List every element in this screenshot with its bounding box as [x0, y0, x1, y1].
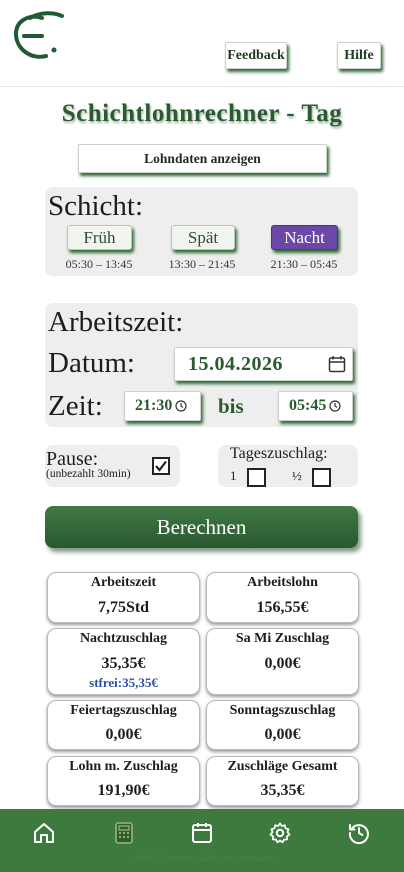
card-value: 191,90€ [97, 782, 150, 799]
shift-frueh-button[interactable]: Früh [67, 225, 132, 250]
result-card-sa-mi-zuschlag: Sa Mi Zuschlag 0,00€ [206, 628, 359, 695]
clock-icon[interactable] [175, 400, 187, 412]
start-time-value: 21:30 [135, 397, 173, 414]
schicht-title: Schicht: [48, 190, 144, 222]
result-card-zuschlaege-gesamt: Zuschläge Gesamt 35,35€ [206, 756, 359, 806]
lohndaten-anzeigen-button[interactable]: Lohndaten anzeigen [78, 144, 327, 173]
shift-nacht-time: 21:30 – 05:45 [270, 257, 338, 271]
result-card-feiertagszuschlag: Feiertagszuschlag 0,00€ [47, 700, 200, 750]
card-value: 35,35€ [101, 655, 146, 672]
result-card-arbeitslohn: Arbeitslohn 156,55€ [206, 572, 359, 623]
card-title: Feiertagszuschlag [70, 703, 177, 718]
card-title: Nachtzuschlag [79, 631, 168, 646]
card-title: Arbeitszeit [90, 575, 157, 590]
card-value: 7,75Std [97, 599, 150, 616]
result-card-nachtzuschlag: Nachtzuschlag 35,35€ stfrei:35,35€ [47, 628, 200, 695]
start-time-input[interactable]: 21:30 [124, 391, 201, 421]
card-value: 0,00€ [264, 655, 301, 672]
card-title: Arbeitslohn [247, 575, 318, 590]
result-card-lohn-mit-zuschlag: Lohn m. Zuschlag 191,90€ [47, 756, 200, 806]
end-time-value: 05:45 [289, 397, 327, 414]
pause-checkbox[interactable] [152, 457, 170, 475]
zeit-label: Zeit: [48, 390, 103, 422]
pause-sublabel: (unbezahlt 30min) [46, 468, 131, 480]
home-icon[interactable] [32, 821, 56, 845]
logo [13, 11, 64, 59]
calendar-icon[interactable] [328, 355, 346, 373]
feedback-button[interactable]: Feedback [225, 42, 287, 69]
datum-label: Datum: [48, 347, 135, 379]
card-value: 0,00€ [105, 726, 142, 743]
shift-frueh-time: 05:30 – 13:45 [65, 257, 133, 271]
shift-nacht-button[interactable]: Nacht [271, 225, 338, 250]
result-card-sonntagszuschlag: Sonntagszuschlag 0,00€ [206, 700, 359, 750]
tageszuschlag-half-label: ½ [292, 468, 302, 483]
card-title: Lohn m. Zuschlag [69, 759, 178, 774]
tageszuschlag-half-checkbox[interactable] [312, 468, 331, 487]
page-title: Schichtlohnrechner - Tag [61, 100, 343, 127]
tageszuschlag-1-checkbox[interactable] [247, 468, 266, 487]
calculator-icon[interactable] [112, 821, 136, 845]
tageszuschlag-label: Tageszuschlag: [230, 445, 328, 462]
shift-spaet-button[interactable]: Spät [171, 225, 235, 250]
shift-spaet-time: 13:30 – 21:45 [168, 257, 236, 271]
hilfe-button[interactable]: Hilfe [337, 42, 381, 69]
card-value: 35,35€ [260, 782, 305, 799]
card-steuerfrei-value: stfrei:35,35€ [89, 675, 158, 690]
gear-icon[interactable] [268, 821, 292, 845]
date-value: 15.04.2026 [188, 353, 283, 375]
clock-icon[interactable] [329, 400, 341, 412]
tageszuschlag-1-label: 1 [230, 468, 237, 483]
copyright-text: © 2026 HS-Webdev. Alle Rechte vorbehalte… [128, 854, 276, 863]
arbeitszeit-title: Arbeitszeit: [48, 306, 184, 338]
card-title: Zuschläge Gesamt [227, 759, 338, 774]
result-card-arbeitszeit: Arbeitszeit 7,75Std [47, 572, 200, 623]
bis-label: bis [218, 394, 244, 418]
end-time-input[interactable]: 05:45 [278, 391, 353, 421]
date-input[interactable]: 15.04.2026 [174, 347, 353, 381]
berechnen-button[interactable]: Berechnen [45, 506, 358, 548]
card-title: Sa Mi Zuschlag [235, 631, 330, 646]
card-value: 156,55€ [256, 599, 309, 616]
card-value: 0,00€ [264, 726, 301, 743]
history-icon[interactable] [347, 821, 371, 845]
calendar-nav-icon[interactable] [190, 821, 214, 845]
card-title: Sonntagszuschlag [229, 703, 336, 718]
